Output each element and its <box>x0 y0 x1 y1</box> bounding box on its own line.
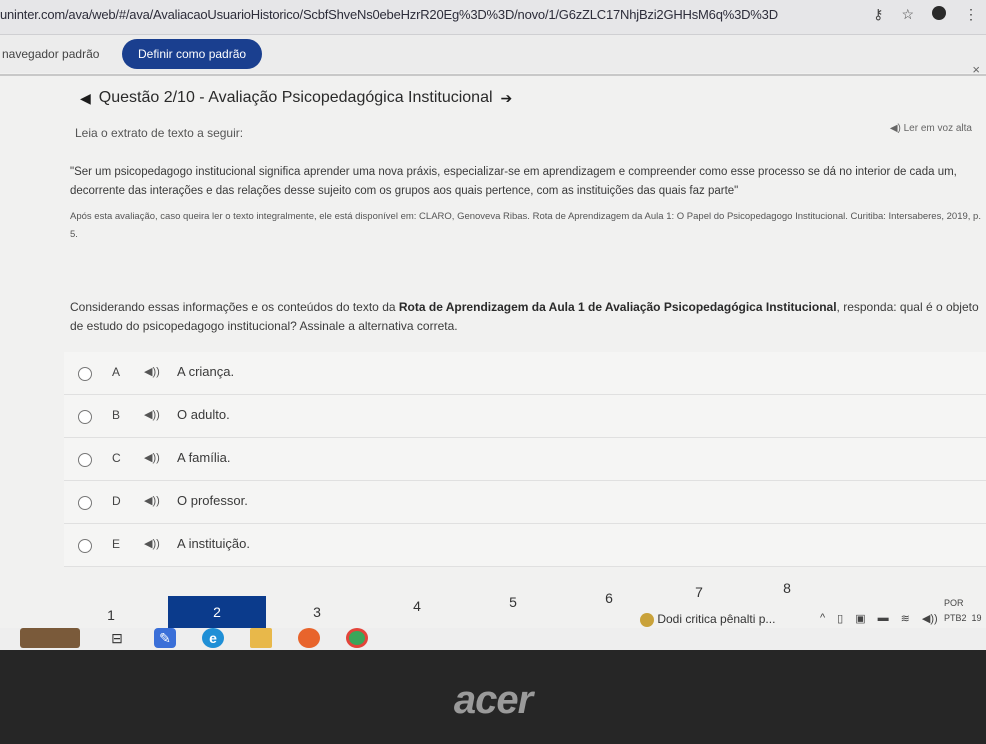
option-e[interactable]: E ◀)) A instituição. <box>64 524 986 567</box>
default-browser-infobar: navegador padrão Definir como padrão <box>0 35 986 73</box>
question-header: ◀ Questão 2/10 - Avaliação Psicopedagógi… <box>80 89 512 107</box>
previous-arrow-icon[interactable]: ◀ <box>80 90 91 107</box>
speaker-icon[interactable]: ◀)) <box>144 494 160 507</box>
infobar-text: navegador padrão <box>2 47 100 61</box>
option-a[interactable]: A ◀)) A criança. <box>64 352 986 395</box>
address-bar-icons: ⚷ ☆ ⋮ <box>873 6 978 23</box>
option-d[interactable]: D ◀)) O professor. <box>64 481 986 524</box>
page-7[interactable]: 7 <box>652 576 746 608</box>
key-icon[interactable]: ⚷ <box>873 6 883 23</box>
radio-button[interactable] <box>78 453 92 467</box>
page-5[interactable]: 5 <box>466 586 560 618</box>
news-widget[interactable]: Dodi critica pênalti p... <box>640 612 775 627</box>
app-icon[interactable]: ✎ <box>154 628 176 648</box>
news-headline: Dodi critica pênalti p... <box>657 612 776 626</box>
speaker-icon: ◀) <box>889 123 901 134</box>
clock: 19 <box>971 613 982 623</box>
page-2[interactable]: 2 <box>168 596 266 628</box>
profile-avatar-icon[interactable] <box>932 6 946 20</box>
set-default-button[interactable]: Definir como padrão <box>122 39 263 69</box>
taskbar-apps: ⊟ ✎ e <box>20 628 368 648</box>
chrome-icon[interactable] <box>346 628 368 648</box>
chevron-up-icon[interactable]: ^ <box>820 612 825 625</box>
task-view-icon[interactable]: ⊟ <box>106 628 128 648</box>
option-text: O adulto. <box>177 407 230 422</box>
menu-icon[interactable]: ⋮ <box>964 6 978 23</box>
keyboard-layout-label: PTB2 19 <box>944 613 982 623</box>
display-icon[interactable]: ▣ <box>855 612 865 625</box>
firefox-icon[interactable] <box>298 628 320 648</box>
quote-text: "Ser um psicopedagogo institucional sign… <box>70 166 957 197</box>
option-letter: C <box>112 451 121 465</box>
prompt-start: Considerando essas informações e os cont… <box>70 300 399 314</box>
read-aloud-label: Ler em voz alta <box>903 123 972 134</box>
page-3[interactable]: 3 <box>270 596 364 628</box>
page-1[interactable]: 1 <box>62 602 160 628</box>
speaker-icon[interactable]: ◀)) <box>144 408 160 421</box>
option-letter: A <box>112 365 121 379</box>
radio-button[interactable] <box>78 367 92 381</box>
volume-icon[interactable]: ◀)) <box>922 612 938 625</box>
address-bar[interactable]: uninter.com/ava/web/#/ava/AvaliacaoUsuar… <box>0 0 986 35</box>
star-icon[interactable]: ☆ <box>901 6 914 23</box>
credit-text: Após esta avaliação, caso queira ler o t… <box>70 211 981 240</box>
instruction-text: Leia o extrato de texto a seguir: <box>75 126 244 140</box>
next-arrow-icon[interactable]: ➔ <box>501 90 513 107</box>
laptop-brand-logo: acer <box>453 678 533 722</box>
option-text: A instituição. <box>177 536 250 551</box>
system-tray: ^ ▯ ▣ ▬ ≋ ◀)) <box>820 612 938 625</box>
option-text: A família. <box>177 450 231 465</box>
option-letter: D <box>112 494 121 508</box>
option-letter: B <box>112 408 121 422</box>
speaker-icon[interactable]: ◀)) <box>144 451 160 464</box>
speaker-icon[interactable]: ◀)) <box>144 537 160 550</box>
url-text[interactable]: uninter.com/ava/web/#/ava/AvaliacaoUsuar… <box>0 7 778 22</box>
radio-button[interactable] <box>78 539 92 553</box>
wifi-icon[interactable]: ≋ <box>901 612 910 625</box>
page-6[interactable]: 6 <box>562 582 656 614</box>
edge-icon[interactable]: e <box>202 628 224 648</box>
answer-options: A ◀)) A criança. B ◀)) O adulto. C ◀)) A… <box>64 352 986 567</box>
language-label: POR <box>944 598 964 608</box>
radio-button[interactable] <box>78 496 92 510</box>
phone-icon[interactable]: ▯ <box>837 612 843 625</box>
speaker-icon[interactable]: ◀)) <box>144 365 160 378</box>
option-text: A criança. <box>177 364 235 379</box>
question-title: Questão 2/10 - Avaliação Psicopedagógica… <box>98 89 493 106</box>
screen: uninter.com/ava/web/#/ava/AvaliacaoUsuar… <box>0 0 986 650</box>
question-prompt: Considerando essas informações e os cont… <box>70 298 982 336</box>
read-aloud-button[interactable]: ◀) Ler em voz alta <box>890 123 972 134</box>
folder-icon[interactable] <box>250 628 272 648</box>
page-8[interactable]: 8 <box>742 572 832 604</box>
option-text: O professor. <box>177 493 248 508</box>
language-indicator[interactable]: POR PTB2 19 <box>944 596 982 626</box>
battery-icon[interactable]: ▬ <box>878 612 889 625</box>
option-c[interactable]: C ◀)) A família. <box>64 438 986 481</box>
divider <box>0 74 986 76</box>
wallpaper-icon <box>20 628 80 648</box>
option-letter: E <box>112 537 121 551</box>
option-b[interactable]: B ◀)) O adulto. <box>64 395 986 438</box>
weather-icon <box>640 612 654 627</box>
page-4[interactable]: 4 <box>370 590 464 622</box>
prompt-bold: Rota de Aprendizagem da Aula 1 de Avalia… <box>398 300 837 314</box>
radio-button[interactable] <box>78 410 92 424</box>
